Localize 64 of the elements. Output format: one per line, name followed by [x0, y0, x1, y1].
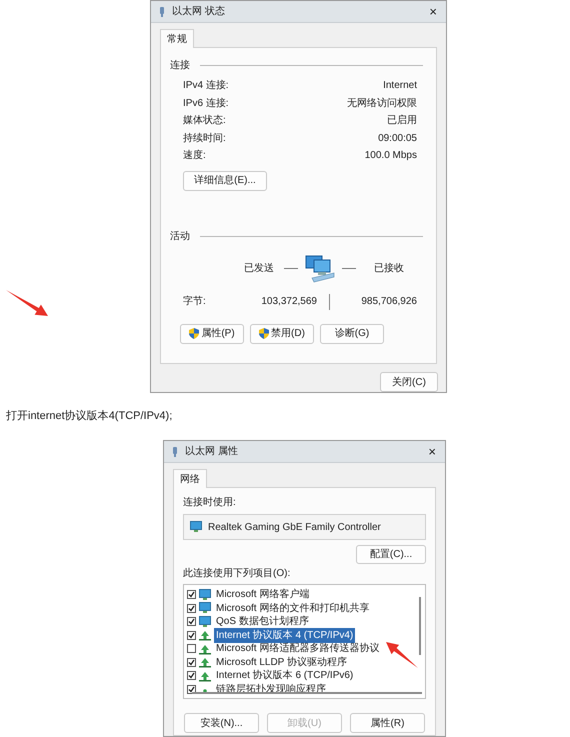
bytes-received-value: 985,706,926: [360, 295, 418, 309]
protocol-icon: [199, 670, 211, 682]
field-label: IPv6 连接:: [183, 96, 229, 111]
field-label: 媒体状态:: [183, 114, 226, 128]
section-label: 此连接使用下列项目(O):: [183, 566, 290, 581]
field-value: Internet: [383, 79, 417, 94]
tab[interactable]: 网络: [173, 469, 207, 488]
field-value: 09:00:05: [378, 132, 417, 146]
tab[interactable]: 常规: [160, 29, 194, 48]
checkbox[interactable]: [187, 671, 196, 680]
plug-icon: [170, 446, 180, 457]
checkbox[interactable]: [187, 617, 196, 626]
monitor-icon: [190, 521, 202, 533]
window-title: 以太网 状态: [172, 4, 226, 19]
sent-label: 已发送: [244, 262, 275, 276]
action-button[interactable]: 安装(N)...: [184, 713, 259, 733]
section-heading: 活动: [170, 230, 190, 244]
field-label: 速度:: [183, 148, 206, 164]
monitor-icon: [199, 616, 211, 628]
protocol-icon: [199, 642, 211, 655]
close-dialog-button[interactable]: 关闭(C): [380, 372, 438, 392]
plug-icon: [157, 6, 167, 17]
section-heading: 连接: [170, 58, 190, 73]
checkbox[interactable]: [187, 630, 196, 640]
scrollbar[interactable]: [192, 692, 422, 694]
checkbox[interactable]: [187, 644, 196, 654]
section-label: 连接时使用:: [183, 496, 236, 510]
action-button[interactable]: 诊断(G): [320, 324, 384, 344]
bytes-label: 字节:: [183, 294, 207, 309]
field-label: 持续时间:: [183, 132, 226, 146]
protocol-icon: [199, 656, 211, 668]
configure-button[interactable]: 配置(C)...: [356, 545, 426, 564]
protocol-icon: [199, 629, 211, 642]
caption-text: 打开internet协议版本4(TCP/IPv4);: [6, 409, 172, 424]
field-label: IPv4 连接:: [183, 78, 229, 94]
list-item[interactable]: Microsoft 网络客户端: [214, 587, 312, 602]
close-button[interactable]: ×: [425, 445, 439, 458]
list-item[interactable]: Microsoft 网络适配器多路传送器协议: [214, 641, 382, 656]
list-item[interactable]: Internet 协议版本 6 (TCP/IPv6): [214, 668, 356, 684]
window-title: 以太网 属性: [185, 444, 239, 459]
monitor-icon: [199, 588, 211, 601]
field-value: 已启用: [387, 114, 417, 128]
adapter-name: Realtek Gaming GbE Family Controller: [208, 520, 381, 534]
field-value: 100.0 Mbps: [364, 149, 417, 164]
scrollbar[interactable]: [419, 597, 421, 655]
checkbox[interactable]: [187, 658, 196, 667]
list-item[interactable]: Microsoft LLDP 协议驱动程序: [214, 654, 349, 670]
list-item[interactable]: Internet 协议版本 4 (TCP/IPv4): [214, 628, 356, 643]
details-button[interactable]: 详细信息(E)...: [183, 170, 267, 190]
arrow-icon: [4, 288, 50, 318]
action-button[interactable]: 属性(P): [180, 324, 244, 344]
checkbox[interactable]: [187, 684, 196, 694]
computers-icon: [304, 254, 336, 284]
checkbox[interactable]: [187, 590, 196, 600]
received-label: 已接收: [374, 262, 404, 276]
action-button[interactable]: 禁用(D): [250, 324, 314, 344]
monitor-icon: [199, 602, 211, 614]
field-value: 无网络访问权限: [347, 96, 417, 111]
bytes-sent-value: 103,372,569: [260, 295, 317, 309]
close-button[interactable]: ×: [426, 5, 440, 18]
list-item[interactable]: Microsoft 网络的文件和打印机共享: [214, 600, 372, 616]
list-item[interactable]: QoS 数据包计划程序: [214, 614, 311, 630]
action-button[interactable]: 属性(R): [350, 713, 425, 733]
checkbox[interactable]: [187, 604, 196, 613]
